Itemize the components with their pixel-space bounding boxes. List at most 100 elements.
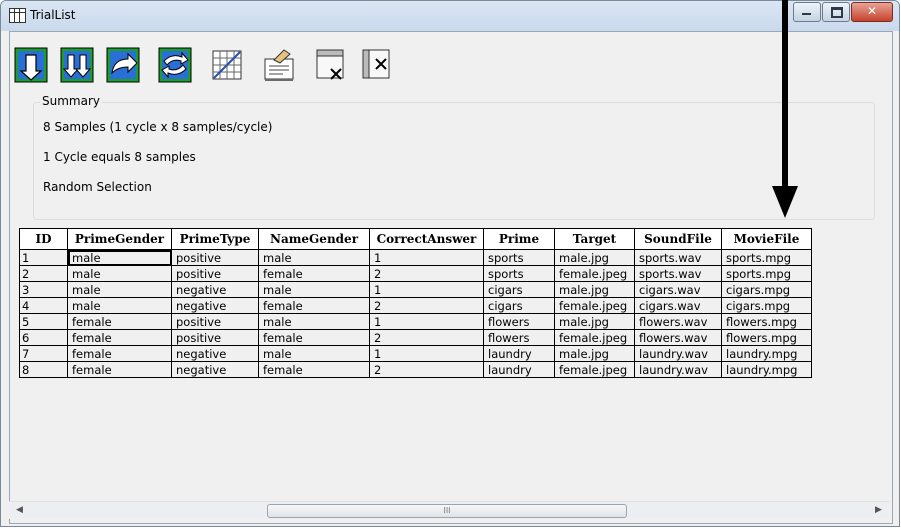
table-cell[interactable]: female [258, 297, 370, 314]
table-cell[interactable]: female [258, 329, 370, 346]
table-cell[interactable]: female [67, 345, 172, 362]
table-cell[interactable]: male [258, 345, 370, 362]
table-cell[interactable]: negative [171, 281, 259, 298]
table-row[interactable]: 4 male negative female 2 cigars female.jpeg cig… [19, 297, 812, 314]
table-cell[interactable]: sports [483, 249, 555, 266]
table-row[interactable]: 8 female negative female 2 laundry female.jpeg… [19, 361, 812, 378]
table-cell[interactable]: male [258, 249, 370, 266]
table-cell[interactable]: 2 [369, 265, 484, 282]
table-cell[interactable]: sports.mpg [721, 249, 812, 266]
column-header[interactable]: Target [554, 228, 635, 250]
table-cell[interactable]: male [67, 249, 172, 266]
table-cell[interactable]: female [67, 313, 172, 330]
table-cell[interactable]: male [67, 281, 172, 298]
table-cell[interactable]: male [258, 281, 370, 298]
table-cell[interactable]: cigars.mpg [721, 297, 812, 314]
table-cell[interactable]: flowers.wav [634, 329, 722, 346]
column-header[interactable]: CorrectAnswer [369, 228, 484, 250]
scroll-right-icon[interactable]: ▶ [870, 502, 887, 519]
column-header[interactable]: Prime [483, 228, 555, 250]
table-cell[interactable]: 1 [369, 281, 484, 298]
column-header[interactable]: PrimeGender [67, 228, 172, 250]
column-header[interactable]: MovieFile [721, 228, 812, 250]
column-header[interactable]: PrimeType [171, 228, 259, 250]
table-cell[interactable]: female.jpeg [554, 297, 635, 314]
row-id-cell[interactable]: 8 [19, 361, 68, 378]
row-id-cell[interactable]: 6 [19, 329, 68, 346]
table-cell[interactable]: flowers.mpg [721, 313, 812, 330]
table-cell[interactable]: 2 [369, 329, 484, 346]
table-cell[interactable]: 2 [369, 361, 484, 378]
table-row[interactable]: 3 male negative male 1 cigars male.jpg cigars.w… [19, 281, 812, 298]
delete-row-button[interactable] [314, 47, 348, 83]
table-cell[interactable]: 1 [369, 345, 484, 362]
table-cell[interactable]: negative [171, 297, 259, 314]
table-cell[interactable]: laundry.wav [634, 345, 722, 362]
table-cell[interactable]: 1 [369, 313, 484, 330]
table-cell[interactable]: male.jpg [554, 313, 635, 330]
table-cell[interactable]: cigars [483, 297, 555, 314]
table-cell[interactable]: flowers.mpg [721, 329, 812, 346]
scrollbar-thumb[interactable]: III [267, 504, 627, 518]
table-cell[interactable]: cigars.mpg [721, 281, 812, 298]
table-cell[interactable]: sports.wav [634, 249, 722, 266]
table-cell[interactable]: cigars.wav [634, 281, 722, 298]
table-cell[interactable]: flowers [483, 313, 555, 330]
table-cell[interactable]: laundry.mpg [721, 361, 812, 378]
table-cell[interactable]: female.jpeg [554, 265, 635, 282]
table-cell[interactable]: female.jpeg [554, 329, 635, 346]
table-row[interactable]: 5 female positive male 1 flowers male.jpg flowe… [19, 313, 812, 330]
scroll-left-icon[interactable]: ◀ [11, 502, 28, 519]
table-cell[interactable]: male.jpg [554, 345, 635, 362]
table-cell[interactable]: male [67, 297, 172, 314]
table-row[interactable]: 7 female negative male 1 laundry male.jpg laund… [19, 345, 812, 362]
close-button[interactable]: ✕ [851, 2, 893, 22]
table-cell[interactable]: laundry.mpg [721, 345, 812, 362]
table-cell[interactable]: positive [171, 265, 259, 282]
table-cell[interactable]: male [258, 313, 370, 330]
row-id-cell[interactable]: 5 [19, 313, 68, 330]
table-cell[interactable]: positive [171, 313, 259, 330]
title-bar[interactable]: TrialList ✕ [1, 1, 899, 31]
delete-column-button[interactable] [360, 47, 394, 83]
table-cell[interactable]: flowers.wav [634, 313, 722, 330]
arrange-random-button[interactable] [60, 47, 94, 83]
table-cell[interactable]: male [67, 265, 172, 282]
table-cell[interactable]: female [67, 361, 172, 378]
table-cell[interactable]: female [67, 329, 172, 346]
properties-button[interactable] [262, 47, 296, 83]
column-header[interactable]: NameGender [258, 228, 370, 250]
table-cell[interactable]: male.jpg [554, 249, 635, 266]
table-cell[interactable]: cigars [483, 281, 555, 298]
horizontal-scrollbar[interactable]: ◀ III ▶ [9, 501, 889, 519]
table-cell[interactable]: male.jpg [554, 281, 635, 298]
row-id-cell[interactable]: 3 [19, 281, 68, 298]
table-cell[interactable]: sports [483, 265, 555, 282]
table-cell[interactable]: female.jpeg [554, 361, 635, 378]
table-cell[interactable]: negative [171, 345, 259, 362]
grid-button[interactable] [210, 47, 244, 83]
table-row[interactable]: 1 male positive male 1 sports male.jpg sports.w… [19, 249, 812, 266]
table-cell[interactable]: positive [171, 329, 259, 346]
table-cell[interactable]: laundry [483, 345, 555, 362]
maximize-button[interactable] [822, 2, 850, 22]
row-id-cell[interactable]: 1 [19, 249, 68, 266]
column-header[interactable]: SoundFile [634, 228, 722, 250]
row-id-cell[interactable]: 2 [19, 265, 68, 282]
table-cell[interactable]: female [258, 361, 370, 378]
row-id-cell[interactable]: 4 [19, 297, 68, 314]
table-cell[interactable]: flowers [483, 329, 555, 346]
table-cell[interactable]: laundry [483, 361, 555, 378]
arrange-down-button[interactable] [14, 47, 48, 83]
table-cell[interactable]: female [258, 265, 370, 282]
table-cell[interactable]: sports.wav [634, 265, 722, 282]
table-cell[interactable]: sports.mpg [721, 265, 812, 282]
table-cell[interactable]: cigars.wav [634, 297, 722, 314]
table-cell[interactable]: positive [171, 249, 259, 266]
column-header[interactable]: ID [19, 228, 68, 250]
table-cell[interactable]: negative [171, 361, 259, 378]
row-id-cell[interactable]: 7 [19, 345, 68, 362]
arrange-cycle-button[interactable] [106, 47, 140, 83]
table-cell[interactable]: 2 [369, 297, 484, 314]
trial-table[interactable]: ID PrimeGender PrimeType NameGender Corr… [19, 228, 812, 378]
